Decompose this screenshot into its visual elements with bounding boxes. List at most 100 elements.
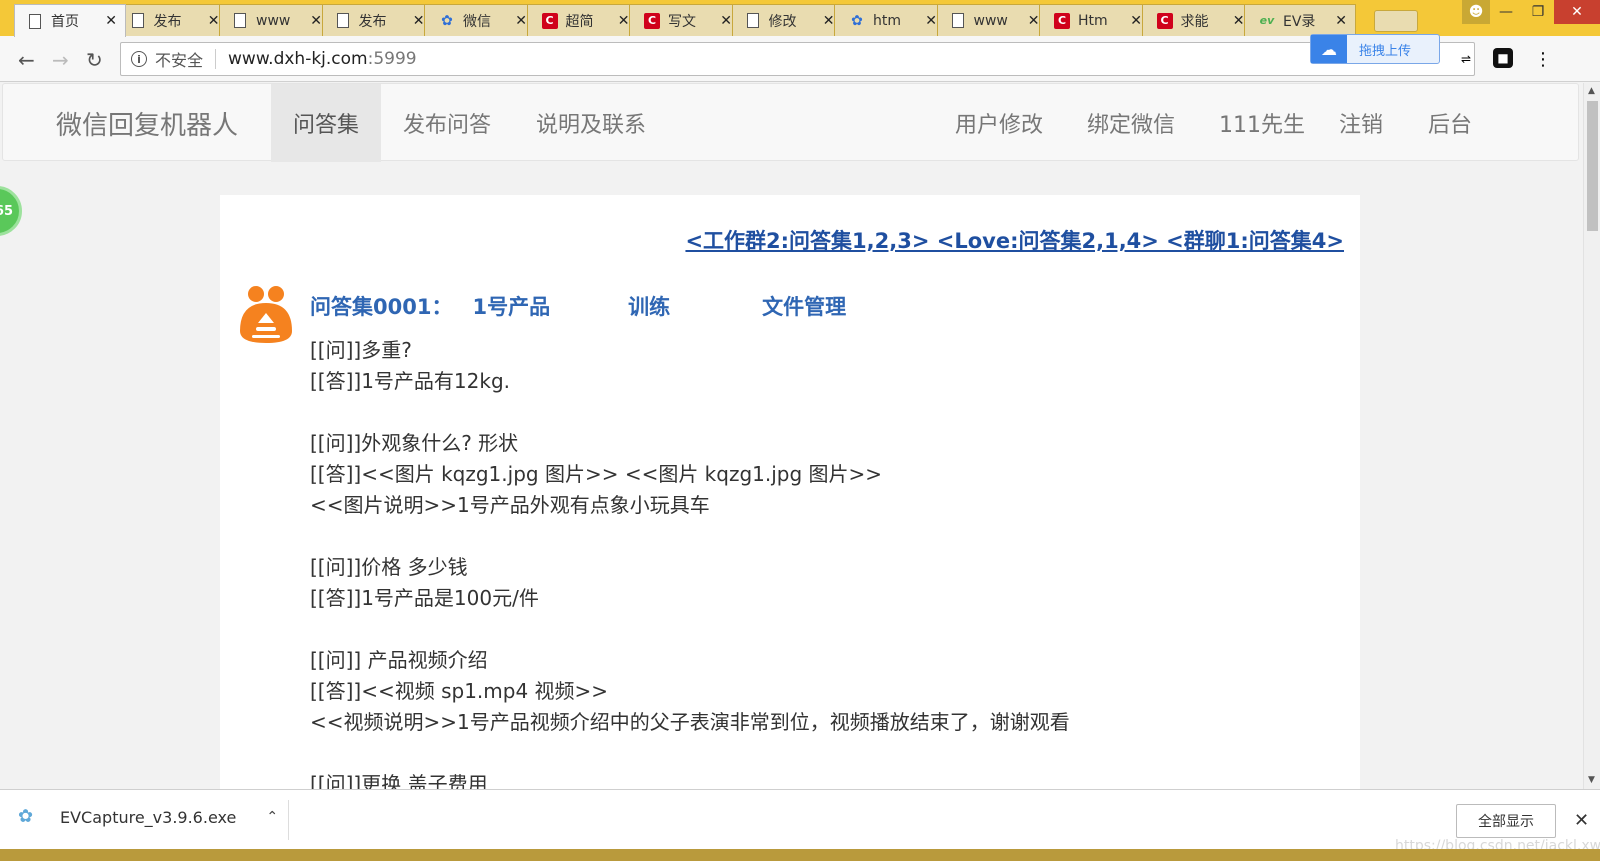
tab-close-icon[interactable]: ✕	[413, 13, 425, 29]
address-separator	[215, 49, 217, 69]
tab-label: 写文	[668, 13, 696, 30]
qa-content-card: <工作群2:问答集1,2,3> <Love:问答集2,1,4> <群聊1:问答集…	[220, 195, 1360, 789]
tab-close-icon[interactable]: ✕	[925, 13, 937, 29]
nav-item-bind-wechat[interactable]: 绑定微信	[1065, 84, 1197, 162]
side-float-badge[interactable]: 65	[0, 186, 22, 236]
browser-toolbar: ← → ↻ i 不安全 www.dxh-kj.com:5999 ☁ 拖拽上传 ⇌…	[0, 34, 1600, 82]
browser-tab[interactable]: C 求能 ✕	[1141, 4, 1254, 36]
browser-tab[interactable]: ev EV录 ✕	[1244, 4, 1356, 36]
qa-set-title: 问答集0001：	[310, 295, 453, 319]
address-bar[interactable]: i 不安全 www.dxh-kj.com:5999	[120, 42, 1475, 76]
qa-line: [[问]]外观象什么? 形状	[310, 431, 519, 455]
browser-tab[interactable]: www ✕	[936, 4, 1049, 36]
qa-line: [[问]] 产品视频介绍	[310, 648, 488, 672]
reload-icon[interactable]: ↻	[86, 48, 103, 72]
scroll-up-arrow-icon[interactable]: ▲	[1588, 86, 1595, 96]
tab-close-icon[interactable]: ✕	[515, 13, 527, 29]
avatar-icon	[240, 286, 292, 343]
qa-line: [[答]]<<视频 sp1.mp4 视频>>	[310, 679, 609, 703]
train-link[interactable]: 训练	[628, 291, 670, 321]
document-icon	[336, 13, 349, 28]
nav-item-publish-qa[interactable]: 发布问答	[381, 84, 513, 162]
browser-tab[interactable]: C Htm ✕	[1039, 4, 1151, 36]
scroll-down-arrow-icon[interactable]: ▼	[1588, 775, 1595, 785]
nav-item-user-edit[interactable]: 用户修改	[933, 84, 1065, 162]
tab-label: www	[256, 12, 291, 29]
browser-tab[interactable]: 发布 ✕	[116, 4, 229, 36]
browser-tab[interactable]: ✿ htm ✕	[834, 4, 946, 36]
document-icon	[951, 13, 964, 28]
tab-close-icon[interactable]: ✕	[1233, 13, 1245, 29]
download-file-icon: ✿	[18, 806, 34, 827]
chevron-up-icon[interactable]: ⌃	[266, 809, 278, 825]
browser-tab[interactable]: 发布 ✕	[321, 4, 434, 36]
window-controls: ☻ — ❐ ✕	[1462, 0, 1600, 26]
csdn-icon: C	[1054, 12, 1070, 29]
file-manage-link[interactable]: 文件管理	[762, 291, 846, 321]
tab-close-icon[interactable]: ✕	[1028, 13, 1040, 29]
window-close-button[interactable]: ✕	[1554, 0, 1600, 24]
tab-label: EV录	[1283, 13, 1316, 30]
browser-tab[interactable]: ✿ 微信 ✕	[424, 4, 536, 36]
maximize-button[interactable]: ❐	[1522, 0, 1554, 24]
qa-line: [[答]]1号产品是100元/件	[310, 586, 539, 610]
url-port: :5999	[367, 49, 417, 69]
group-links[interactable]: <工作群2:问答集1,2,3> <Love:问答集2,1,4> <群聊1:问答集…	[685, 225, 1344, 255]
qa-line: <<图片说明>>1号产品外观有点象小玩具车	[310, 493, 710, 517]
csdn-icon: C	[1156, 12, 1173, 29]
tab-close-icon[interactable]: ✕	[823, 13, 835, 29]
security-label: 不安全	[155, 51, 204, 70]
tab-label: 求能	[1180, 13, 1209, 30]
browser-tab[interactable]: www ✕	[219, 4, 331, 36]
page-scrollbar[interactable]: ▲ ▼	[1583, 83, 1600, 789]
baidu-upload-label: 拖拽上传	[1359, 43, 1412, 59]
extension-icon[interactable]: ■	[1493, 48, 1513, 68]
baidu-paw-icon: ✿	[851, 12, 863, 29]
qa-line	[310, 738, 1070, 769]
browser-tab[interactable]: 首页 ✕	[14, 4, 126, 37]
tab-close-icon[interactable]: ✕	[105, 13, 117, 29]
browser-tab[interactable]: 修改 ✕	[731, 4, 844, 36]
qa-line: [[答]]1号产品有12kg.	[310, 369, 511, 393]
qa-line: [[问]]更换 盖子费用	[310, 772, 488, 789]
site-brand[interactable]: 微信回复机器人	[56, 105, 238, 142]
close-shelf-icon[interactable]: ✕	[1574, 810, 1589, 831]
tab-close-icon[interactable]: ✕	[720, 13, 732, 29]
forward-arrow-icon[interactable]: →	[52, 48, 69, 72]
show-all-downloads-button[interactable]: 全部显示	[1456, 804, 1556, 838]
tab-label: 超简	[565, 13, 594, 30]
baidu-drag-upload-button[interactable]: ☁ 拖拽上传	[1310, 34, 1440, 64]
download-item[interactable]: ✿ EVCapture_v3.9.6.exe ⌃	[18, 806, 278, 828]
qa-line	[310, 614, 1070, 645]
translate-extension-icon[interactable]: ⇌	[1455, 48, 1477, 70]
tab-close-icon[interactable]: ✕	[310, 13, 322, 29]
ev-icon: ev	[1259, 14, 1275, 27]
browser-tab[interactable]: C 超简 ✕	[526, 4, 639, 36]
tab-close-icon[interactable]: ✕	[1130, 13, 1142, 29]
download-shelf: ✿ EVCapture_v3.9.6.exe ⌃ 全部显示 ✕	[0, 789, 1600, 849]
new-tab-button[interactable]	[1374, 10, 1418, 32]
csdn-icon: C	[644, 12, 660, 29]
tab-close-icon[interactable]: ✕	[208, 13, 220, 29]
user-profile-icon[interactable]: ☻	[1462, 0, 1490, 24]
nav-item-username[interactable]: 111先生	[1197, 84, 1327, 162]
tab-label: 修改	[768, 13, 797, 30]
back-arrow-icon[interactable]: ←	[18, 48, 35, 72]
minimize-button[interactable]: —	[1490, 0, 1522, 24]
download-filename: EVCapture_v3.9.6.exe	[60, 807, 237, 827]
nav-item-admin[interactable]: 后台	[1406, 84, 1494, 162]
menu-kebab-icon[interactable]: ⋮	[1532, 48, 1554, 70]
scroll-thumb[interactable]	[1587, 101, 1598, 231]
info-icon[interactable]: i	[131, 51, 147, 67]
qa-line	[310, 397, 1070, 428]
document-icon	[29, 13, 41, 29]
nav-item-logout[interactable]: 注销	[1317, 84, 1405, 162]
nav-item-qa-sets[interactable]: 问答集	[271, 84, 382, 162]
tab-label: 微信	[463, 13, 491, 30]
nav-item-help-contact[interactable]: 说明及联系	[514, 84, 668, 162]
browser-tab[interactable]: C 写文 ✕	[629, 4, 741, 36]
tab-close-icon[interactable]: ✕	[1335, 13, 1347, 29]
qa-product-link[interactable]: 1号产品	[472, 291, 550, 321]
tab-close-icon[interactable]: ✕	[618, 13, 630, 29]
qa-line: [[问]]价格 多少钱	[310, 555, 468, 579]
